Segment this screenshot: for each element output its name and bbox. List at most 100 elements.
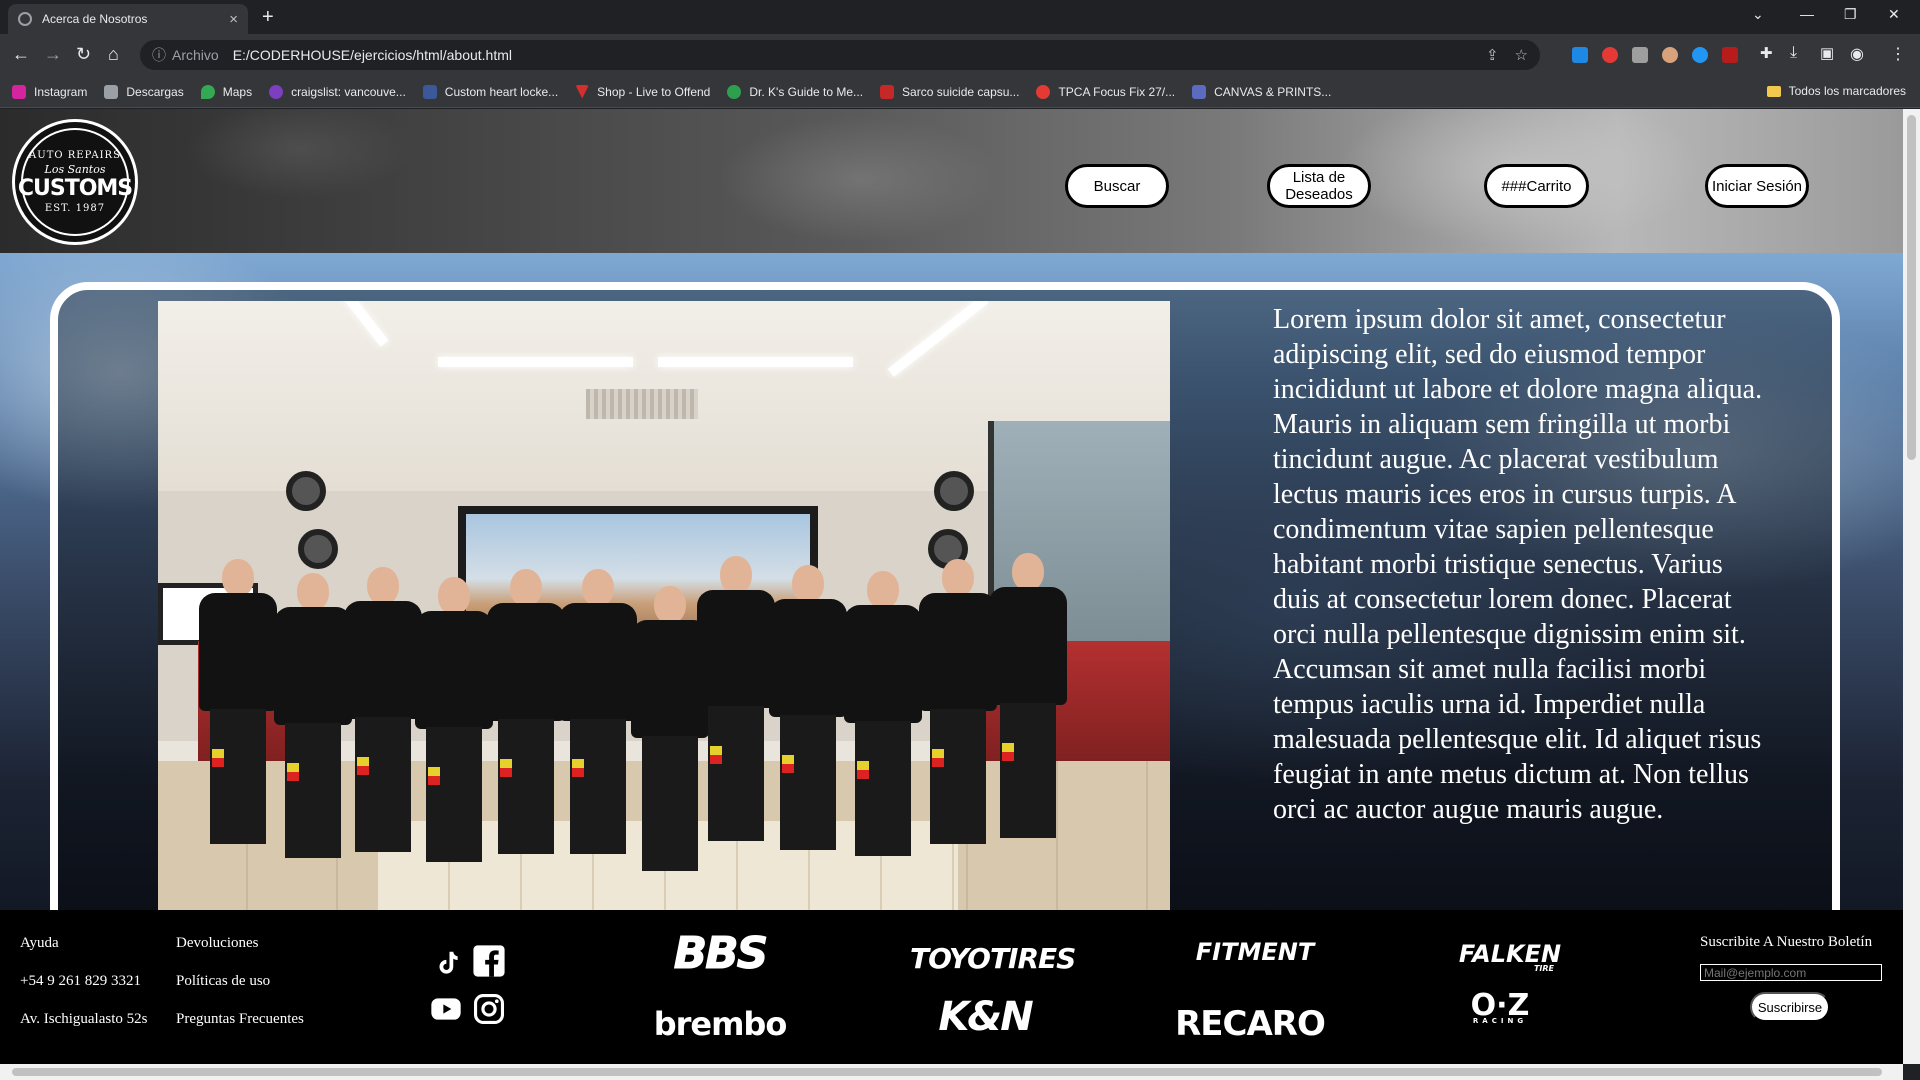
bookmark-item[interactable]: Instagram xyxy=(12,84,87,99)
reload-icon[interactable]: ↻ xyxy=(76,44,91,65)
maps-icon xyxy=(200,84,215,99)
bookmark-label: Sarco suicide capsu... xyxy=(902,84,1020,99)
address-link[interactable]: Av. Ischigualasto 52s xyxy=(20,1011,147,1028)
returns-link[interactable]: Devoluciones xyxy=(176,935,258,952)
scrollbar-thumb[interactable] xyxy=(1907,115,1916,460)
photo-person xyxy=(343,567,423,857)
photo-person xyxy=(843,571,923,861)
clover-icon xyxy=(727,84,742,99)
extension-icon[interactable] xyxy=(1722,47,1738,63)
sidepanel-icon[interactable]: ▣ xyxy=(1820,44,1834,62)
instagram-icon[interactable] xyxy=(472,992,506,1026)
oz-sub: RACING xyxy=(1472,1017,1528,1025)
about-paragraph: Lorem ipsum dolor sit amet, consectetur … xyxy=(1273,304,1763,825)
address-scheme: Archivo xyxy=(172,47,219,63)
tiktok-icon[interactable] xyxy=(432,948,462,978)
brand-logo-toyotires: TOYOTIRES xyxy=(910,942,1076,975)
bookmark-item[interactable]: TPCA Focus Fix 27/... xyxy=(1036,84,1175,99)
login-button[interactable]: Iniciar Sesión xyxy=(1705,164,1809,208)
grid-icon xyxy=(1192,84,1207,99)
facebook-icon[interactable] xyxy=(472,944,506,978)
cart-button[interactable]: ###Carrito xyxy=(1484,164,1589,208)
bookmark-item[interactable]: Dr. K's Guide to Me... xyxy=(727,84,864,99)
youtube-icon xyxy=(880,84,895,99)
share-icon[interactable]: ⇪ xyxy=(1486,46,1499,64)
bookmark-item[interactable]: craigslist: vancouve... xyxy=(269,84,406,99)
bookmark-label: Maps xyxy=(222,84,253,99)
page-viewport: AUTO REPAIRS Los Santos CUSTOMS EST. 198… xyxy=(0,109,1903,1064)
new-tab-button[interactable]: + xyxy=(262,6,274,29)
wishlist-button[interactable]: Lista de Deseados xyxy=(1267,164,1371,208)
bookmark-label: Dr. K's Guide to Me... xyxy=(749,84,864,99)
newsletter-email-input[interactable] xyxy=(1700,964,1882,981)
extension-icon[interactable] xyxy=(1692,47,1708,63)
close-window-icon[interactable]: ✕ xyxy=(1888,6,1900,23)
brand-logo-kn: K&N xyxy=(938,994,1033,1040)
policies-link[interactable]: Políticas de uso xyxy=(176,973,270,990)
site-header: AUTO REPAIRS Los Santos CUSTOMS EST. 198… xyxy=(0,109,1903,253)
logo-ring xyxy=(21,128,129,236)
extension-icon[interactable] xyxy=(1662,47,1678,63)
bookmark-label: Shop - Live to Offend xyxy=(597,84,711,99)
puzzle-icon[interactable]: ✚ xyxy=(1760,44,1773,62)
extension-icon[interactable] xyxy=(1602,47,1618,63)
bookmark-item[interactable]: Sarco suicide capsu... xyxy=(880,84,1020,99)
bookmark-label: Custom heart locke... xyxy=(444,84,559,99)
photo-hose-reel xyxy=(286,471,326,511)
subscribe-button[interactable]: Suscribirse xyxy=(1750,992,1830,1022)
profile-icon[interactable]: ◉ xyxy=(1850,44,1864,64)
tab-search-icon[interactable]: ⌄ xyxy=(1752,6,1764,23)
help-link[interactable]: Ayuda xyxy=(20,935,59,952)
all-bookmarks[interactable]: Todos los marcadores xyxy=(1766,84,1906,98)
photo-person xyxy=(198,559,278,849)
all-bookmarks-label: Todos los marcadores xyxy=(1788,84,1906,98)
bookmark-item[interactable]: Shop - Live to Offend xyxy=(575,84,711,99)
craigslist-icon xyxy=(269,84,284,99)
youtube-icon[interactable] xyxy=(430,993,462,1025)
scrollbar-thumb[interactable] xyxy=(12,1068,1882,1076)
home-icon[interactable]: ⌂ xyxy=(108,44,119,65)
brand-logo-falken: FALKEN TIRE xyxy=(1440,940,1580,973)
minimize-icon[interactable]: — xyxy=(1800,6,1814,22)
photo-person xyxy=(414,577,494,867)
tab-strip: Acerca de Nosotros × + ⌄ — ❐ ✕ xyxy=(0,0,1920,34)
info-icon[interactable]: ⓘ xyxy=(152,45,166,65)
address-url[interactable]: E:/CODERHOUSE/ejercicios/html/about.html xyxy=(233,47,512,63)
forward-icon[interactable]: → xyxy=(44,44,62,65)
vertical-scrollbar[interactable] xyxy=(1903,109,1920,1064)
brand-logo-fitment: FITMENT xyxy=(1195,938,1315,966)
photo-light xyxy=(438,357,633,367)
globe-icon xyxy=(18,12,32,26)
browser-tab[interactable]: Acerca de Nosotros × xyxy=(8,4,248,34)
site-icon xyxy=(1036,84,1051,99)
brand-logo-bbs: BBS xyxy=(673,928,769,980)
team-photo xyxy=(158,301,1170,913)
photo-person xyxy=(988,553,1068,843)
folder-icon xyxy=(1766,85,1781,97)
download-icon[interactable]: ⤓ xyxy=(1790,44,1797,62)
close-tab-icon[interactable]: × xyxy=(229,11,238,28)
bookmark-item[interactable]: CANVAS & PRINTS... xyxy=(1192,84,1331,99)
extension-icon[interactable] xyxy=(1632,47,1648,63)
brand-logo-oz: O·Z RACING xyxy=(1450,988,1550,1025)
site-logo[interactable]: AUTO REPAIRS Los Santos CUSTOMS EST. 198… xyxy=(12,119,138,245)
bookmarks-bar: Instagram Descargas Maps craigslist: van… xyxy=(0,76,1920,108)
bookmark-label: Descargas xyxy=(126,84,184,99)
photo-person xyxy=(558,569,638,859)
phone-link[interactable]: +54 9 261 829 3321 xyxy=(20,973,141,990)
photo-light xyxy=(658,357,853,367)
horizontal-scrollbar[interactable] xyxy=(0,1064,1903,1080)
back-icon[interactable]: ← xyxy=(12,44,30,65)
photo-hose-reel xyxy=(934,471,974,511)
star-icon[interactable]: ☆ xyxy=(1515,46,1528,64)
bookmark-item[interactable]: Maps xyxy=(200,84,253,99)
bookmark-item[interactable]: Custom heart locke... xyxy=(422,84,559,99)
search-button[interactable]: Buscar xyxy=(1065,164,1169,208)
site-icon xyxy=(422,84,437,99)
faq-link[interactable]: Preguntas Frecuentes xyxy=(176,1011,304,1028)
address-bar[interactable]: ⓘ Archivo E:/CODERHOUSE/ejercicios/html/… xyxy=(140,40,1540,70)
restore-icon[interactable]: ❐ xyxy=(1844,6,1857,23)
bookmark-item[interactable]: Descargas xyxy=(104,84,184,99)
extension-icon[interactable] xyxy=(1572,47,1588,63)
menu-icon[interactable]: ⋮ xyxy=(1890,44,1906,64)
